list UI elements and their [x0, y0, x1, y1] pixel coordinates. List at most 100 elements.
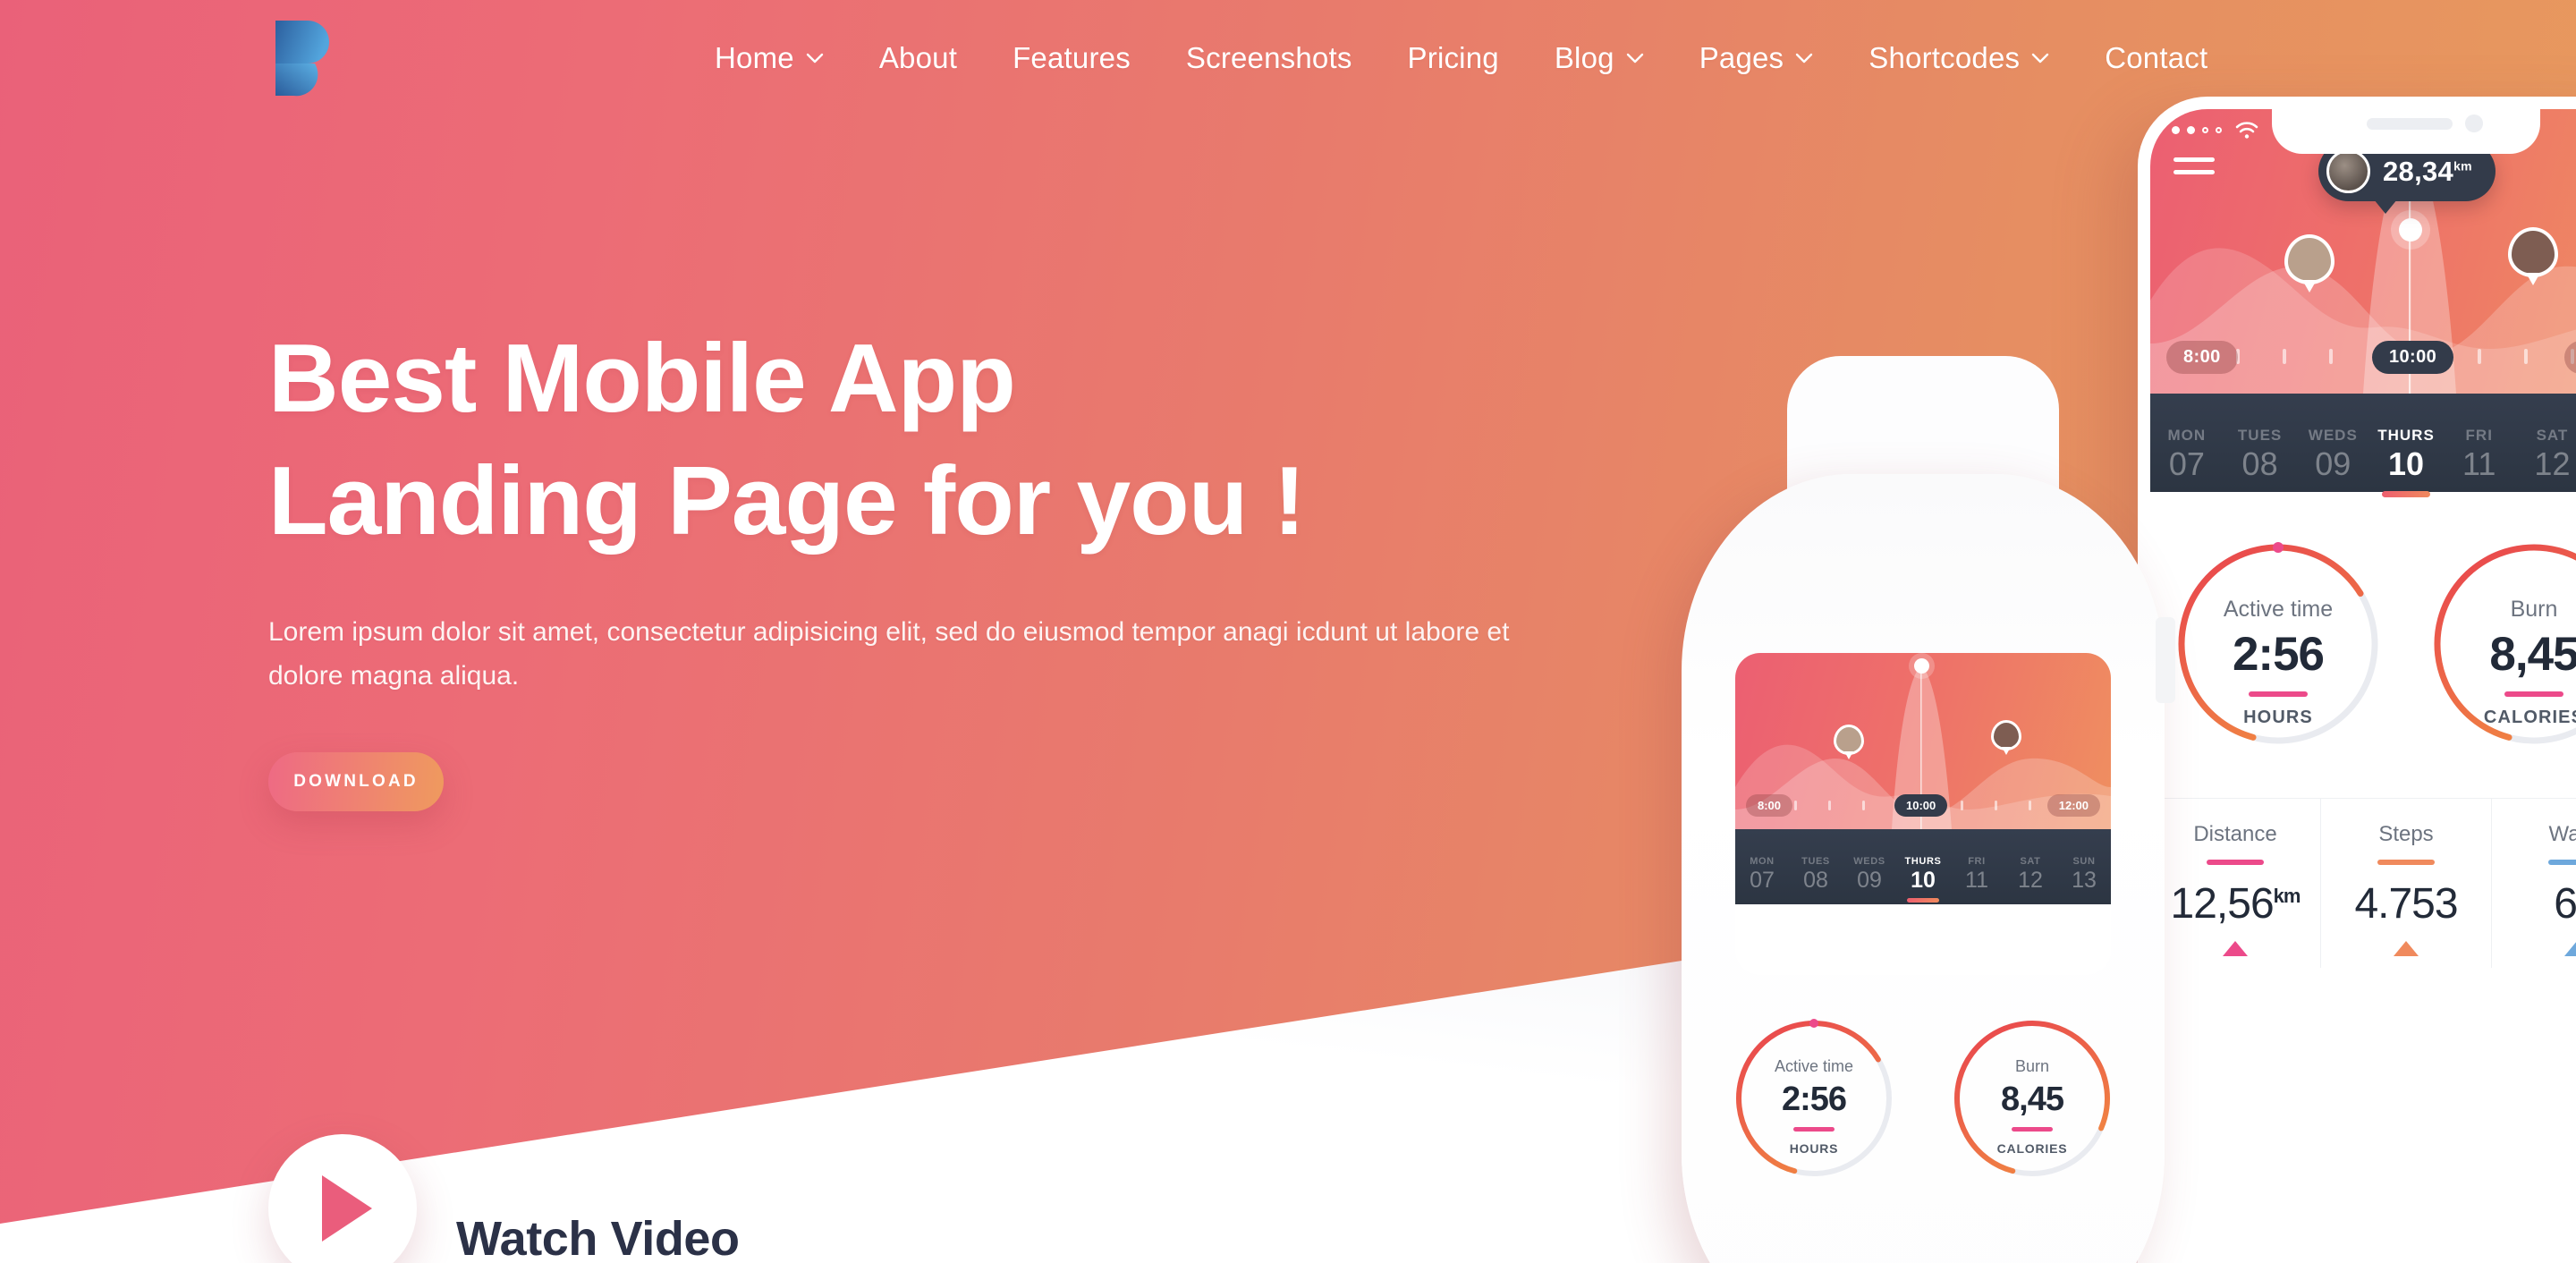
gauge-value: 2:56: [1781, 1081, 1847, 1118]
watch-tick: [1828, 801, 1831, 810]
trend-up-icon: [2564, 941, 2576, 956]
download-button-wrap: DOWNLOAD: [268, 699, 1789, 812]
nav-item-screenshots[interactable]: Screenshots: [1158, 41, 1380, 75]
gauge-unit: HOURS: [2243, 708, 2313, 727]
watch-tick: [2029, 801, 2031, 810]
watch-day-tues[interactable]: TUES 08: [1789, 856, 1843, 894]
phone-tick: [2283, 349, 2286, 364]
nav-item-blog[interactable]: Blog: [1527, 41, 1672, 75]
play-icon: [322, 1175, 372, 1242]
chart-avatar-pin[interactable]: [2284, 234, 2334, 284]
watch-chart-avatar-pin[interactable]: [1834, 725, 1864, 755]
active-day-underline: [2382, 491, 2431, 497]
watch-day-sun[interactable]: SUN 13: [2057, 856, 2111, 894]
nav-label: Screenshots: [1185, 41, 1352, 74]
stat-title: Steps: [2378, 822, 2434, 846]
phone-day-selector: MON 07 TUES 08 WEDS 09 THURS 10 FRI 11 SAT 12 …: [2150, 394, 2576, 497]
phone-day-weds[interactable]: WEDS 09: [2296, 427, 2369, 483]
nav-item-pages[interactable]: Pages: [1672, 41, 1842, 75]
nav-item-about[interactable]: About: [852, 41, 985, 75]
gauge-divider: [2504, 691, 2563, 697]
nav-label: Pages: [1699, 41, 1784, 74]
phone-gauge-burn: Burn 8,45 CALORIES: [2422, 532, 2576, 756]
phone-status-bar: [2172, 120, 2259, 140]
day-number: 08: [2241, 445, 2278, 482]
day-weekday: MON: [2167, 426, 2207, 444]
phone-day-tues[interactable]: TUES 08: [2224, 427, 2297, 483]
chevron-down-icon: [1796, 53, 1813, 64]
day-number: 11: [1965, 868, 1988, 893]
tooltip-unit: km: [2453, 158, 2472, 174]
day-number: 12: [2018, 868, 2043, 893]
wifi-icon: [2235, 122, 2258, 139]
tooltip-number: 28,34: [2383, 155, 2454, 187]
nav-item-features[interactable]: Features: [985, 41, 1158, 75]
day-weekday: TUES: [2237, 426, 2283, 444]
hero-title-line-2: Landing Page for you !: [268, 446, 1306, 556]
nav-item-home[interactable]: Home: [687, 41, 852, 75]
download-button[interactable]: DOWNLOAD: [268, 752, 444, 812]
watch-time-active: 10:00: [1894, 794, 1948, 817]
phone-tick: [2329, 349, 2333, 364]
phone-day-sat[interactable]: SAT 12: [2516, 427, 2576, 483]
phone-speaker: [2367, 118, 2453, 130]
watch-video-label: Watch Video: [456, 1212, 740, 1263]
phone-day-fri[interactable]: FRI 11: [2443, 427, 2516, 483]
day-number: 12: [2534, 445, 2571, 482]
distance-tooltip-value: 28,34km: [2383, 156, 2472, 188]
brand-logo[interactable]: [268, 17, 338, 99]
chevron-down-icon: [2032, 53, 2049, 64]
nav-label: Home: [715, 41, 794, 74]
phone-tick: [2524, 349, 2528, 364]
watch-day-mon[interactable]: MON 07: [1735, 856, 1789, 894]
day-number: 08: [1803, 868, 1828, 893]
hamburger-menu-icon[interactable]: [2174, 157, 2215, 182]
stat-underline: [2377, 860, 2435, 865]
stat-value: 12,56km: [2150, 879, 2320, 928]
phone-mockup: 28,34km 8:00 10:00 12:00 MON07 TUES08: [2138, 97, 2576, 1263]
day-weekday: THURS: [2377, 426, 2435, 444]
watch-activity-chart: 8:00 10:00 12:00: [1735, 653, 2111, 829]
chevron-down-icon: [1626, 53, 1643, 64]
phone-stat-steps: Steps 4.753: [2320, 799, 2491, 968]
watch-tick: [1794, 801, 1797, 810]
phone-stat-water: Water 68: [2491, 799, 2576, 968]
avatar: [2326, 149, 2370, 193]
play-button-circle[interactable]: [268, 1134, 417, 1263]
stat-number: 4.753: [2354, 880, 2458, 928]
phone-screen: 28,34km 8:00 10:00 12:00 MON07 TUES08: [2150, 109, 2576, 1263]
nav-item-contact[interactable]: Contact: [2077, 41, 2235, 75]
day-weekday: FRI: [2465, 426, 2493, 444]
phone-time-active: 10:00: [2372, 341, 2454, 374]
phone-tick: [2478, 349, 2481, 364]
phone-day-thurs[interactable]: THURS 10: [2369, 426, 2443, 497]
nav-item-shortcodes[interactable]: Shortcodes: [1841, 41, 2077, 75]
day-weekday: SAT: [2536, 426, 2569, 444]
watch-tick: [1995, 801, 1997, 810]
trend-up-icon: [2223, 941, 2248, 956]
burger-line: [2174, 157, 2215, 162]
phone-stats-row: Distance 12,56km Steps 4.753 Water 68: [2150, 798, 2576, 968]
day-number: 07: [1750, 868, 1775, 893]
gauge-divider: [1793, 1127, 1835, 1132]
signal-dot: [2202, 126, 2208, 133]
signal-dot: [2172, 125, 2180, 134]
trend-up-icon: [2394, 941, 2419, 956]
watch-day-thurs[interactable]: THURS 10: [1896, 856, 1950, 903]
day-number: 10: [2387, 445, 2425, 482]
day-weekday: TUES: [1801, 856, 1830, 867]
watch-day-weds[interactable]: WEDS 09: [1843, 856, 1896, 894]
stat-number: 12,56: [2170, 880, 2275, 928]
watch-time-end: 12:00: [2046, 794, 2100, 817]
watch-chart-peak-dot: [1914, 658, 1929, 674]
chart-peak-dot: [2399, 218, 2422, 242]
nav-label: Blog: [1554, 41, 1614, 74]
hero-copy: Best Mobile App Landing Page for you ! L…: [268, 318, 1789, 812]
chart-avatar-pin[interactable]: [2508, 227, 2558, 277]
watch-chart-avatar-pin[interactable]: [1991, 720, 2021, 750]
watch-video-button[interactable]: Watch Video: [268, 1134, 740, 1263]
watch-day-fri[interactable]: FRI 11: [1950, 856, 2004, 894]
nav-label: Features: [1013, 41, 1131, 74]
watch-day-sat[interactable]: SAT 12: [2004, 856, 2057, 894]
nav-item-pricing[interactable]: Pricing: [1380, 41, 1527, 75]
